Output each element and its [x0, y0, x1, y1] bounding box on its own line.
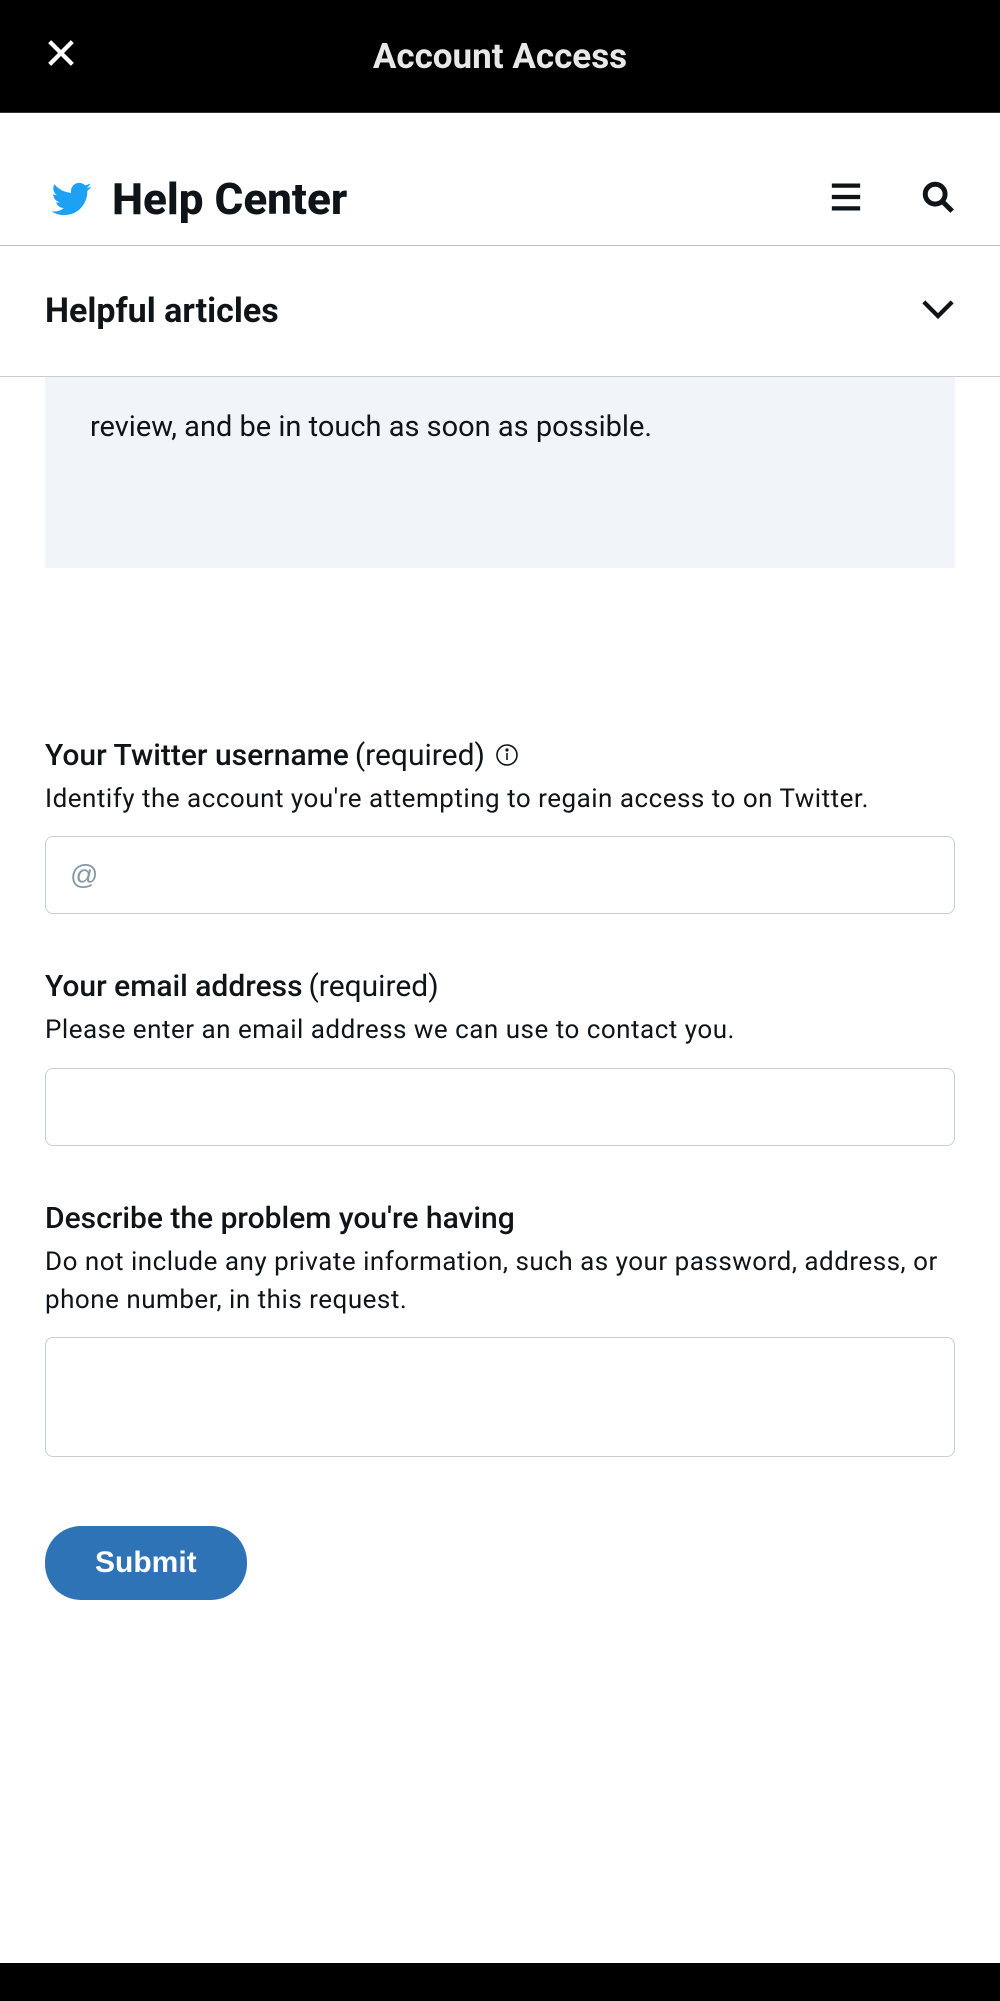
close-icon: [44, 36, 78, 70]
submit-button[interactable]: Submit: [45, 1526, 247, 1600]
problem-textarea[interactable]: [45, 1337, 955, 1457]
email-required: (required): [309, 969, 439, 1004]
helpful-articles-toggle[interactable]: Helpful articles: [0, 246, 1000, 377]
email-label: Your email address: [45, 969, 303, 1004]
problem-field-group: Describe the problem you're having Do no…: [45, 1201, 955, 1461]
help-header: Help Center: [0, 113, 1000, 246]
search-button[interactable]: [921, 180, 955, 218]
twitter-logo-icon: [45, 178, 97, 220]
problem-help: Do not include any private information, …: [45, 1244, 955, 1319]
chevron-down-icon: [921, 299, 955, 323]
close-button[interactable]: [44, 36, 78, 77]
info-tooltip-button[interactable]: [495, 743, 519, 767]
info-card: review, and be in touch as soon as possi…: [45, 377, 955, 568]
hamburger-icon: [827, 180, 865, 214]
info-icon: [495, 743, 519, 767]
username-field-group: Your Twitter username (required) Identif…: [45, 738, 955, 915]
username-label: Your Twitter username: [45, 738, 349, 773]
username-help: Identify the account you're attempting t…: [45, 781, 955, 819]
page-title: Account Access: [373, 36, 627, 77]
help-center-title: Help Center: [112, 173, 827, 225]
username-input[interactable]: [45, 836, 955, 914]
email-input[interactable]: [45, 1068, 955, 1146]
top-bar: Account Access: [0, 0, 1000, 113]
username-required: (required): [355, 738, 485, 773]
menu-button[interactable]: [827, 180, 865, 218]
problem-label: Describe the problem you're having: [45, 1201, 515, 1236]
search-icon: [921, 180, 955, 214]
helpful-articles-title: Helpful articles: [45, 291, 279, 331]
info-card-text: review, and be in touch as soon as possi…: [90, 410, 652, 444]
bottom-bar: [0, 1963, 1000, 2001]
email-help: Please enter an email address we can use…: [45, 1012, 955, 1050]
email-field-group: Your email address (required) Please ent…: [45, 969, 955, 1146]
form: Your Twitter username (required) Identif…: [0, 568, 1000, 1601]
